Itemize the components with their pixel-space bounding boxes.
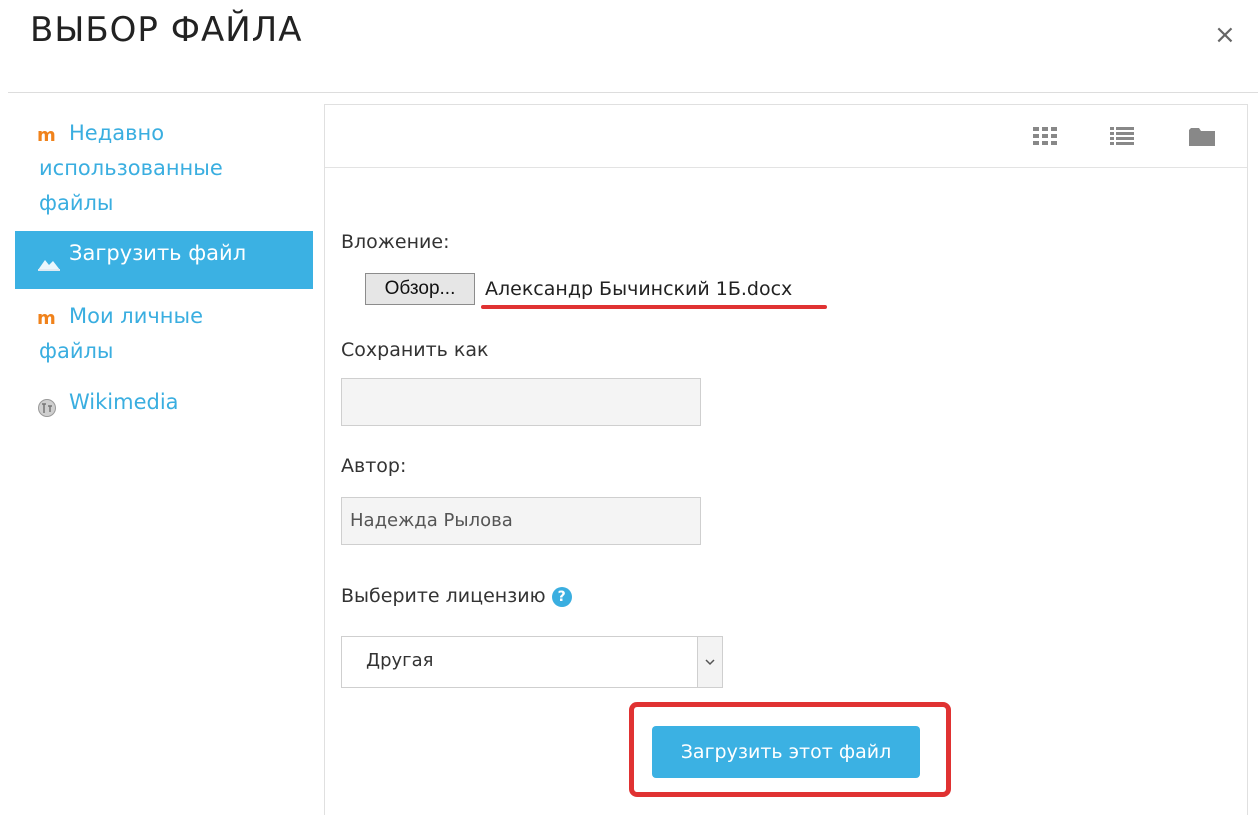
upload-icon bbox=[37, 247, 61, 282]
attachment-label: Вложение: bbox=[341, 231, 450, 253]
sidebar-item-label: Загрузить файл bbox=[69, 241, 247, 265]
sidebar-item-recent-files[interactable]: m Недавно использованные файлы bbox=[15, 112, 313, 227]
author-label: Автор: bbox=[341, 455, 407, 477]
license-select[interactable]: Другая bbox=[341, 636, 723, 688]
file-picker-panel: Вложение: Обзор... Александр Бычинский 1… bbox=[324, 104, 1248, 815]
moodle-icon: m bbox=[37, 308, 56, 329]
file-picker-sidebar: m Недавно использованные файлы Загрузить… bbox=[15, 112, 313, 426]
chevron-down-icon[interactable] bbox=[697, 637, 722, 687]
author-field[interactable]: Надежда Рылова bbox=[341, 497, 701, 545]
sidebar-item-label: файлы bbox=[39, 191, 114, 215]
sidebar-item-label: Недавно bbox=[69, 121, 165, 145]
grid-view-icon[interactable] bbox=[1033, 127, 1057, 149]
license-selected-value: Другая bbox=[366, 650, 434, 671]
moodle-icon: m bbox=[37, 125, 56, 146]
selected-file-name: Александр Бычинский 1Б.docx bbox=[485, 278, 793, 300]
save-as-label: Сохранить как bbox=[341, 339, 489, 361]
license-label-row: Выберите лицензию? bbox=[341, 585, 572, 607]
close-icon[interactable]: × bbox=[1214, 22, 1236, 48]
header-divider bbox=[8, 92, 1258, 93]
sidebar-item-label: использованные bbox=[39, 156, 223, 180]
highlight-underline bbox=[481, 305, 827, 309]
sidebar-item-upload-file[interactable]: Загрузить файл bbox=[15, 231, 313, 289]
view-toolbar bbox=[325, 105, 1247, 168]
sidebar-item-wikimedia[interactable]: Wikimedia bbox=[15, 375, 313, 426]
save-as-field[interactable] bbox=[341, 378, 701, 426]
upload-file-button[interactable]: Загрузить этот файл bbox=[652, 726, 920, 778]
help-icon[interactable]: ? bbox=[551, 587, 572, 607]
license-label: Выберите лицензию bbox=[341, 585, 546, 607]
sidebar-item-private-files[interactable]: m Мои личные файлы bbox=[15, 289, 313, 375]
list-view-icon[interactable] bbox=[1110, 127, 1134, 149]
browse-button[interactable]: Обзор... bbox=[365, 273, 475, 305]
sidebar-item-label: Wikimedia bbox=[69, 390, 179, 414]
folder-view-icon[interactable] bbox=[1189, 127, 1215, 151]
wikimedia-icon bbox=[37, 394, 57, 429]
sidebar-item-label: файлы bbox=[39, 339, 114, 363]
dialog-title: ВЫБОР ФАЙЛА bbox=[30, 10, 303, 50]
sidebar-item-label: Мои личные bbox=[69, 304, 203, 328]
